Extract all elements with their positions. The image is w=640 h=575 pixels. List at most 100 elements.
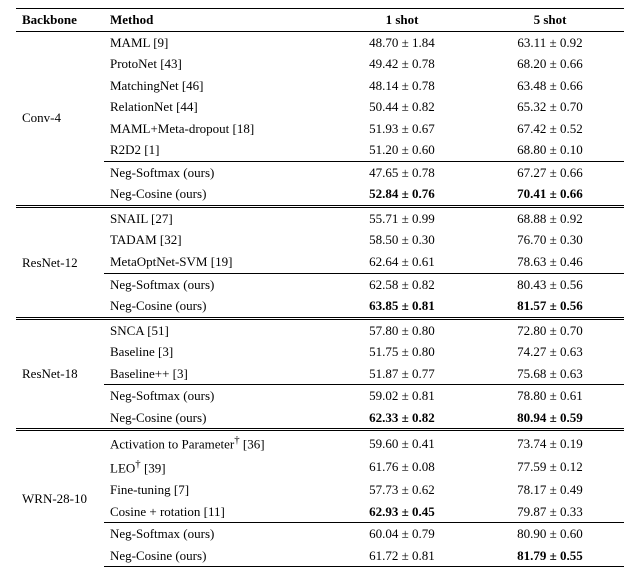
method-cell: Neg-Softmax (ours) bbox=[104, 161, 328, 183]
method-cell: MAML [9] bbox=[104, 31, 328, 53]
table-row: Neg-Cosine (ours)63.85 ± 0.8181.57 ± 0.5… bbox=[16, 295, 624, 318]
method-cell: Cosine + rotation [11] bbox=[104, 501, 328, 523]
table-row: R2D2 [1]51.20 ± 0.6068.80 ± 0.10 bbox=[16, 139, 624, 161]
method-cell: Neg-Softmax (ours) bbox=[104, 273, 328, 295]
method-cell: Fine-tuning [7] bbox=[104, 479, 328, 501]
method-cell: Neg-Softmax (ours) bbox=[104, 385, 328, 407]
shot1-cell: 52.84 ± 0.76 bbox=[328, 183, 476, 206]
table-row: Neg-Softmax (ours)60.04 ± 0.7980.90 ± 0.… bbox=[16, 523, 624, 545]
shot5-cell: 81.79 ± 0.55 bbox=[476, 545, 624, 567]
shot5-cell: 65.32 ± 0.70 bbox=[476, 96, 624, 118]
shot5-cell: 67.42 ± 0.52 bbox=[476, 118, 624, 140]
backbone-cell: WRN-28-10 bbox=[16, 430, 104, 567]
shot1-cell: 59.02 ± 0.81 bbox=[328, 385, 476, 407]
col-method: Method bbox=[104, 9, 328, 32]
shot5-cell: 78.17 ± 0.49 bbox=[476, 479, 624, 501]
shot1-cell: 48.14 ± 0.78 bbox=[328, 75, 476, 97]
method-cell: Baseline++ [3] bbox=[104, 363, 328, 385]
shot5-cell: 68.20 ± 0.66 bbox=[476, 53, 624, 75]
method-cell: Activation to Parameter† [36] bbox=[104, 430, 328, 455]
table-row: Fine-tuning [7]57.73 ± 0.6278.17 ± 0.49 bbox=[16, 479, 624, 501]
shot5-cell: 78.80 ± 0.61 bbox=[476, 385, 624, 407]
table-row: MetaOptNet-SVM [19]62.64 ± 0.6178.63 ± 0… bbox=[16, 251, 624, 273]
shot5-cell: 68.88 ± 0.92 bbox=[476, 206, 624, 229]
shot1-cell: 58.50 ± 0.30 bbox=[328, 229, 476, 251]
table-row: Neg-Cosine (ours)62.33 ± 0.8280.94 ± 0.5… bbox=[16, 407, 624, 430]
shot1-cell: 55.71 ± 0.99 bbox=[328, 206, 476, 229]
method-cell: SNCA [51] bbox=[104, 318, 328, 341]
shot5-cell: 80.43 ± 0.56 bbox=[476, 273, 624, 295]
method-cell: Neg-Softmax (ours) bbox=[104, 523, 328, 545]
shot1-cell: 50.44 ± 0.82 bbox=[328, 96, 476, 118]
table-row: Neg-Softmax (ours)47.65 ± 0.7867.27 ± 0.… bbox=[16, 161, 624, 183]
table-row: Baseline++ [3]51.87 ± 0.7775.68 ± 0.63 bbox=[16, 363, 624, 385]
method-cell: TADAM [32] bbox=[104, 229, 328, 251]
table-row: Neg-Softmax (ours)59.02 ± 0.8178.80 ± 0.… bbox=[16, 385, 624, 407]
method-cell: ProtoNet [43] bbox=[104, 53, 328, 75]
shot1-cell: 62.58 ± 0.82 bbox=[328, 273, 476, 295]
method-cell: R2D2 [1] bbox=[104, 139, 328, 161]
shot5-cell: 81.57 ± 0.56 bbox=[476, 295, 624, 318]
shot1-cell: 51.93 ± 0.67 bbox=[328, 118, 476, 140]
method-cell: SNAIL [27] bbox=[104, 206, 328, 229]
table-row: LEO† [39]61.76 ± 0.0877.59 ± 0.12 bbox=[16, 455, 624, 479]
method-cell: Baseline [3] bbox=[104, 341, 328, 363]
table-row: ResNet-12SNAIL [27]55.71 ± 0.9968.88 ± 0… bbox=[16, 206, 624, 229]
method-cell: MatchingNet [46] bbox=[104, 75, 328, 97]
shot1-cell: 49.42 ± 0.78 bbox=[328, 53, 476, 75]
table-row: Neg-Softmax (ours)62.58 ± 0.8280.43 ± 0.… bbox=[16, 273, 624, 295]
shot1-cell: 62.64 ± 0.61 bbox=[328, 251, 476, 273]
table-body: Conv-4MAML [9]48.70 ± 1.8463.11 ± 0.92Pr… bbox=[16, 31, 624, 567]
method-cell: MAML+Meta-dropout [18] bbox=[104, 118, 328, 140]
shot5-cell: 80.90 ± 0.60 bbox=[476, 523, 624, 545]
shot1-cell: 48.70 ± 1.84 bbox=[328, 31, 476, 53]
table-row: Conv-4MAML [9]48.70 ± 1.8463.11 ± 0.92 bbox=[16, 31, 624, 53]
table-header-row: Backbone Method 1 shot 5 shot bbox=[16, 9, 624, 32]
shot5-cell: 74.27 ± 0.63 bbox=[476, 341, 624, 363]
method-cell: Neg-Cosine (ours) bbox=[104, 295, 328, 318]
shot5-cell: 76.70 ± 0.30 bbox=[476, 229, 624, 251]
shot5-cell: 73.74 ± 0.19 bbox=[476, 430, 624, 455]
backbone-cell: ResNet-18 bbox=[16, 318, 104, 430]
shot1-cell: 62.93 ± 0.45 bbox=[328, 501, 476, 523]
backbone-cell: ResNet-12 bbox=[16, 206, 104, 318]
col-1shot: 1 shot bbox=[328, 9, 476, 32]
table-row: MatchingNet [46]48.14 ± 0.7863.48 ± 0.66 bbox=[16, 75, 624, 97]
backbone-cell: Conv-4 bbox=[16, 31, 104, 206]
shot1-cell: 51.20 ± 0.60 bbox=[328, 139, 476, 161]
table-row: Baseline [3]51.75 ± 0.8074.27 ± 0.63 bbox=[16, 341, 624, 363]
table-row: RelationNet [44]50.44 ± 0.8265.32 ± 0.70 bbox=[16, 96, 624, 118]
table-row: Neg-Cosine (ours)61.72 ± 0.8181.79 ± 0.5… bbox=[16, 545, 624, 567]
method-cell: Neg-Cosine (ours) bbox=[104, 545, 328, 567]
method-cell: LEO† [39] bbox=[104, 455, 328, 479]
shot5-cell: 63.48 ± 0.66 bbox=[476, 75, 624, 97]
shot1-cell: 63.85 ± 0.81 bbox=[328, 295, 476, 318]
results-table: Backbone Method 1 shot 5 shot Conv-4MAML… bbox=[16, 8, 624, 567]
shot5-cell: 68.80 ± 0.10 bbox=[476, 139, 624, 161]
table-container: Backbone Method 1 shot 5 shot Conv-4MAML… bbox=[0, 0, 640, 575]
method-cell: Neg-Cosine (ours) bbox=[104, 183, 328, 206]
shot1-cell: 62.33 ± 0.82 bbox=[328, 407, 476, 430]
col-5shot: 5 shot bbox=[476, 9, 624, 32]
shot5-cell: 75.68 ± 0.63 bbox=[476, 363, 624, 385]
table-row: MAML+Meta-dropout [18]51.93 ± 0.6767.42 … bbox=[16, 118, 624, 140]
method-cell: MetaOptNet-SVM [19] bbox=[104, 251, 328, 273]
table-row: ResNet-18SNCA [51]57.80 ± 0.8072.80 ± 0.… bbox=[16, 318, 624, 341]
shot1-cell: 51.75 ± 0.80 bbox=[328, 341, 476, 363]
table-row: TADAM [32]58.50 ± 0.3076.70 ± 0.30 bbox=[16, 229, 624, 251]
table-row: Neg-Cosine (ours)52.84 ± 0.7670.41 ± 0.6… bbox=[16, 183, 624, 206]
shot5-cell: 79.87 ± 0.33 bbox=[476, 501, 624, 523]
shot1-cell: 59.60 ± 0.41 bbox=[328, 430, 476, 455]
shot5-cell: 63.11 ± 0.92 bbox=[476, 31, 624, 53]
shot5-cell: 67.27 ± 0.66 bbox=[476, 161, 624, 183]
shot1-cell: 57.80 ± 0.80 bbox=[328, 318, 476, 341]
method-cell: RelationNet [44] bbox=[104, 96, 328, 118]
table-row: ProtoNet [43]49.42 ± 0.7868.20 ± 0.66 bbox=[16, 53, 624, 75]
shot5-cell: 80.94 ± 0.59 bbox=[476, 407, 624, 430]
shot5-cell: 72.80 ± 0.70 bbox=[476, 318, 624, 341]
table-row: WRN-28-10Activation to Parameter† [36]59… bbox=[16, 430, 624, 455]
shot1-cell: 61.76 ± 0.08 bbox=[328, 455, 476, 479]
shot5-cell: 70.41 ± 0.66 bbox=[476, 183, 624, 206]
shot5-cell: 78.63 ± 0.46 bbox=[476, 251, 624, 273]
method-cell: Neg-Cosine (ours) bbox=[104, 407, 328, 430]
